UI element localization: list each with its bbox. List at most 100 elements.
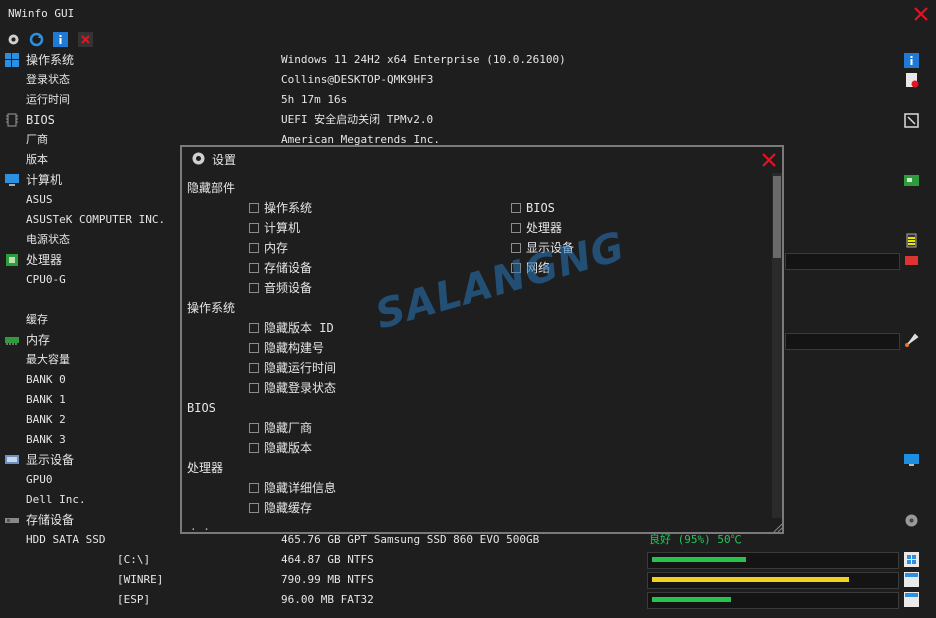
window-icon: [904, 572, 919, 587]
settings-checkbox[interactable]: [249, 343, 259, 353]
settings-more-indicator: . .: [190, 520, 210, 533]
cpu-side-button[interactable]: [904, 253, 919, 268]
row-label: 计算机: [26, 173, 63, 187]
close-window-button[interactable]: [910, 3, 932, 25]
row-value: Windows 11 24H2 x64 Enterprise (10.0.261…: [281, 53, 566, 66]
power-side-button[interactable]: [904, 233, 919, 248]
logoff-button[interactable]: [904, 73, 919, 88]
settings-checkbox-label[interactable]: 音频设备: [264, 278, 312, 298]
settings-checkbox-label[interactable]: 隐藏登录状态: [264, 378, 336, 398]
title-bar: [0, 0, 936, 30]
row-label: 缓存: [26, 313, 48, 326]
volume-button[interactable]: [904, 552, 919, 567]
settings-checkbox-label[interactable]: 隐藏版本: [264, 438, 312, 458]
settings-checkbox[interactable]: [249, 483, 259, 493]
settings-checkbox-label[interactable]: 隐藏详细信息: [264, 478, 336, 498]
volume-label: [WINRE]: [117, 573, 164, 586]
info-icon: [53, 32, 68, 47]
settings-checkbox[interactable]: [249, 503, 259, 513]
row-value: 5h 17m 16s: [281, 93, 348, 106]
row-label: 内存: [26, 333, 51, 347]
refresh-button[interactable]: [29, 32, 44, 47]
settings-checkbox-label[interactable]: 计算机: [264, 218, 300, 238]
memory-side-button[interactable]: [904, 333, 919, 348]
resize-grip-icon: [773, 523, 783, 533]
settings-checkbox-label[interactable]: 内存: [264, 238, 288, 258]
settings-checkbox-label[interactable]: 隐藏构建号: [264, 338, 324, 358]
bios-side-button[interactable]: [904, 113, 919, 128]
settings-button[interactable]: [6, 32, 21, 47]
resize-grip[interactable]: [773, 523, 783, 533]
row-label: ASUS: [26, 193, 53, 206]
disk-icon: [905, 514, 918, 527]
storage-icon: [5, 513, 19, 527]
settings-checkbox-label[interactable]: 隐藏版本 ID: [264, 318, 334, 338]
settings-checkbox[interactable]: [249, 423, 259, 433]
settings-checkbox-label[interactable]: BIOS: [526, 198, 555, 218]
settings-checkbox[interactable]: [249, 443, 259, 453]
volume-button[interactable]: [904, 572, 919, 587]
settings-scrollbar-thumb[interactable]: [773, 176, 781, 258]
settings-checkbox[interactable]: [249, 363, 259, 373]
about-button[interactable]: [53, 32, 68, 47]
close-icon: [914, 7, 928, 21]
computer-side-button[interactable]: [904, 173, 919, 188]
exit-icon: [78, 32, 93, 47]
settings-checkbox[interactable]: [249, 323, 259, 333]
settings-checkbox-label[interactable]: 存储设备: [264, 258, 312, 278]
volume-label: [ESP]: [117, 593, 151, 606]
settings-checkbox[interactable]: [249, 203, 259, 213]
row-label: 存储设备: [26, 513, 75, 527]
row-label: BANK 0: [26, 373, 66, 386]
battery-icon: [906, 233, 917, 248]
memory-usage-bar: [785, 333, 900, 350]
settings-checkbox-label[interactable]: 隐藏厂商: [264, 418, 312, 438]
row-label: CPU0-G: [26, 273, 66, 286]
settings-checkbox[interactable]: [249, 283, 259, 293]
refresh-icon: [29, 32, 44, 47]
row-label: GPU0: [26, 473, 53, 486]
volume-usage-fill: [652, 597, 732, 602]
row-label: 厂商: [26, 133, 48, 146]
window-title: NWinfo GUI: [8, 7, 75, 20]
row-label: 最大容量: [26, 353, 70, 366]
cpu-usage-bar: [785, 253, 900, 270]
row-label: BANK 3: [26, 433, 66, 446]
display-side-button[interactable]: [904, 453, 919, 468]
memory-icon: [5, 333, 19, 347]
settings-checkbox-label[interactable]: 隐藏缓存: [264, 498, 312, 518]
row-label: 处理器: [26, 253, 63, 267]
row-label: 登录状态: [26, 73, 70, 86]
settings-checkbox-label[interactable]: 隐藏运行时间: [264, 358, 336, 378]
settings-checkbox-label[interactable]: 处理器: [526, 218, 562, 238]
settings-checkbox[interactable]: [249, 243, 259, 253]
row-label: BANK 2: [26, 413, 66, 426]
settings-section-header: BIOS: [187, 401, 216, 415]
row-label: BANK 1: [26, 393, 66, 406]
settings-checkbox[interactable]: [511, 203, 521, 213]
settings-section-header: 隐藏部件: [187, 181, 236, 195]
settings-checkbox[interactable]: [249, 263, 259, 273]
board-icon: [904, 175, 919, 186]
info-side-button[interactable]: [904, 53, 919, 68]
row-label: BIOS: [26, 113, 55, 127]
settings-checkbox-label[interactable]: 操作系统: [264, 198, 312, 218]
storage-side-button[interactable]: [904, 513, 919, 528]
windows-icon: [5, 53, 19, 67]
settings-checkbox[interactable]: [511, 223, 521, 233]
volume-info: 790.99 MB NTFS: [281, 573, 374, 586]
settings-checkbox[interactable]: [249, 223, 259, 233]
settings-dialog-title: 设置: [212, 153, 237, 167]
volume-usage-fill: [652, 577, 849, 582]
monitor-icon: [904, 454, 919, 466]
document-icon: [906, 73, 919, 88]
close-icon: [762, 153, 776, 167]
row-label: Dell Inc.: [26, 493, 86, 506]
gear-icon: [192, 152, 205, 165]
volume-button[interactable]: [904, 592, 919, 607]
exit-button[interactable]: [78, 32, 93, 47]
row-label: 操作系统: [26, 53, 75, 67]
settings-checkbox[interactable]: [249, 383, 259, 393]
settings-close-button[interactable]: [759, 150, 779, 170]
row-label: 显示设备: [26, 453, 75, 467]
